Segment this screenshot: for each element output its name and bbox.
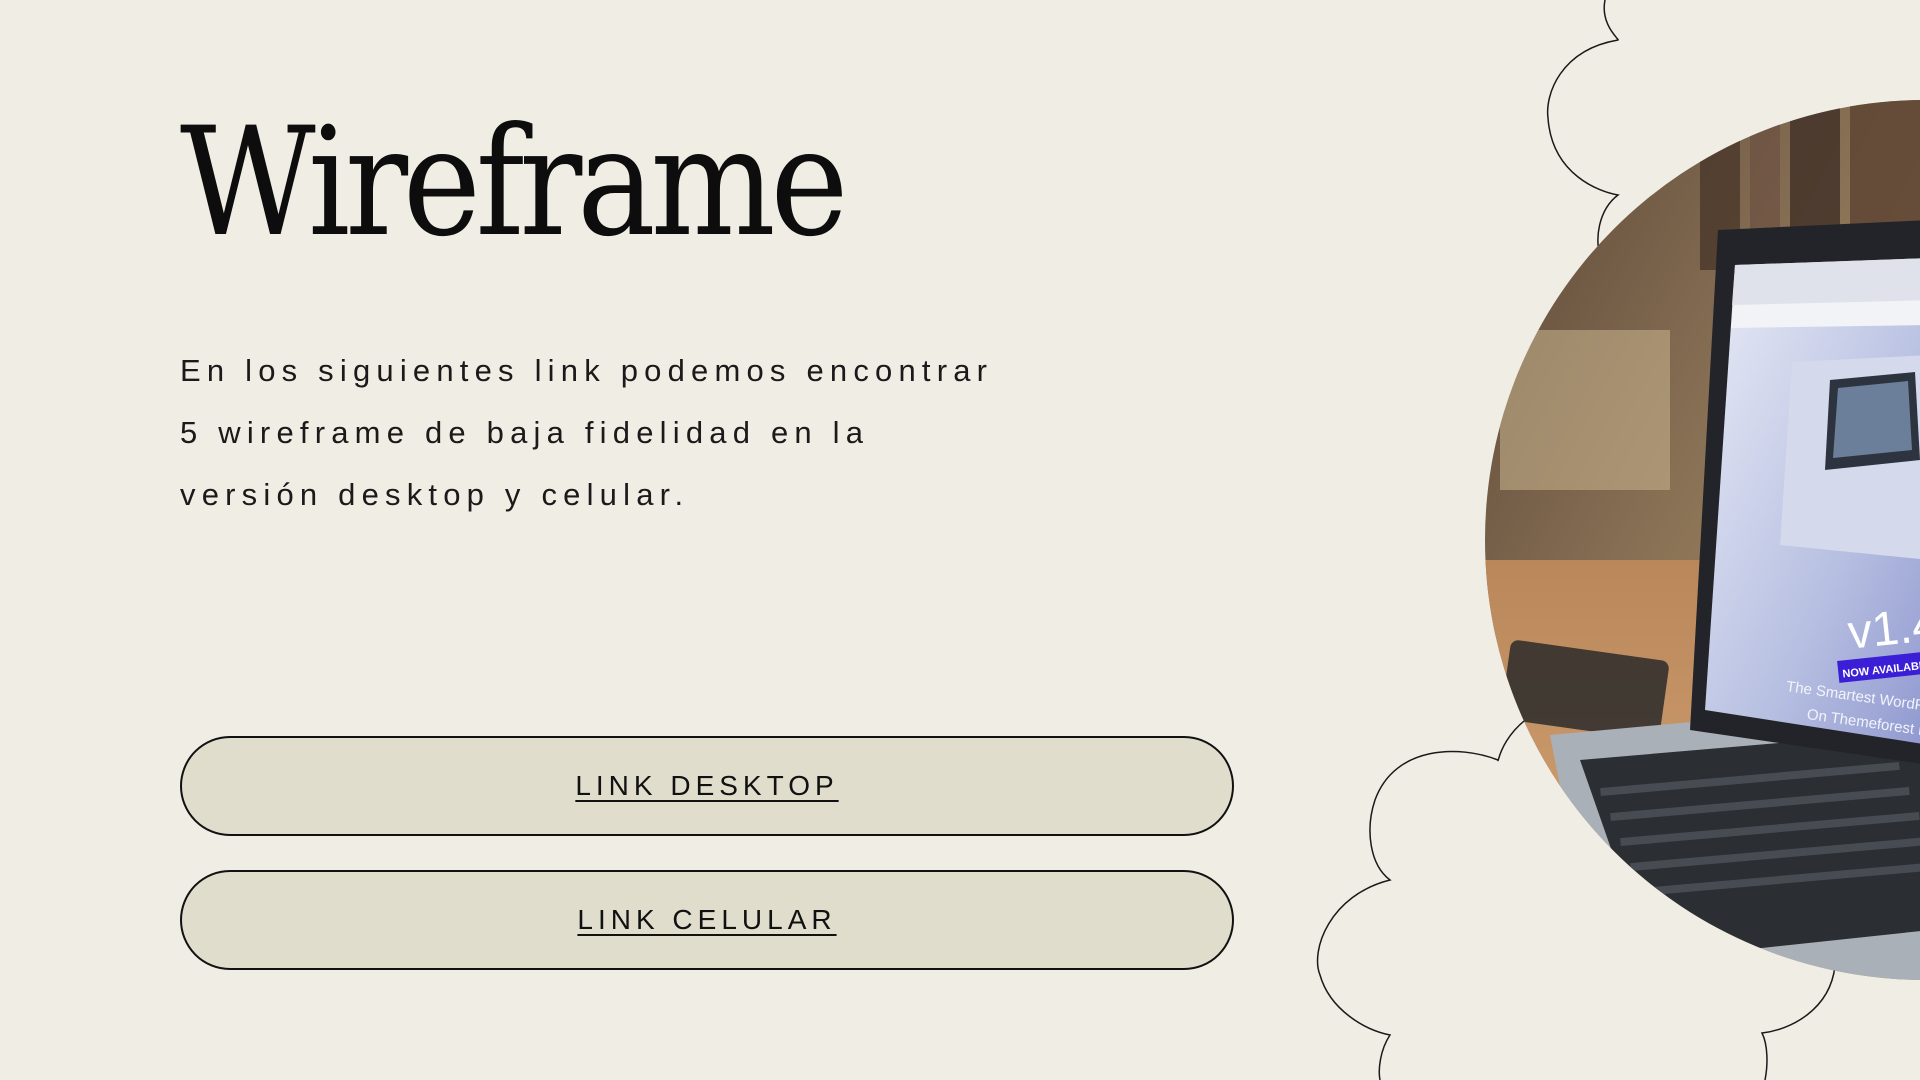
slide: NOW AVAILABLE v1.4 The Smartest WordPres…	[0, 0, 1920, 1080]
svg-text:v1.4: v1.4	[1845, 598, 1920, 660]
description-line: En los siguientes link podemos encontrar	[180, 353, 994, 388]
page-title: Wireframe	[180, 96, 848, 270]
link-desktop-button[interactable]: LINK DESKTOP	[180, 736, 1234, 836]
scallop-outline-top	[1546, 0, 1620, 256]
laptop-photo: NOW AVAILABLE v1.4 The Smartest WordPres…	[1485, 100, 1920, 980]
link-desktop-label[interactable]: LINK DESKTOP	[575, 770, 838, 802]
description-text: En los siguientes link podemos encontrar…	[180, 340, 1100, 526]
scallop-outline-bottom-right	[1760, 965, 1836, 1080]
link-celular-label[interactable]: LINK CELULAR	[577, 904, 836, 936]
link-celular-button[interactable]: LINK CELULAR	[180, 870, 1234, 970]
description-line: 5 wireframe de baja fidelidad en la	[180, 415, 870, 450]
description-line: versión desktop y celular.	[180, 477, 690, 512]
scallop-outline-bottom	[1316, 712, 1536, 1080]
